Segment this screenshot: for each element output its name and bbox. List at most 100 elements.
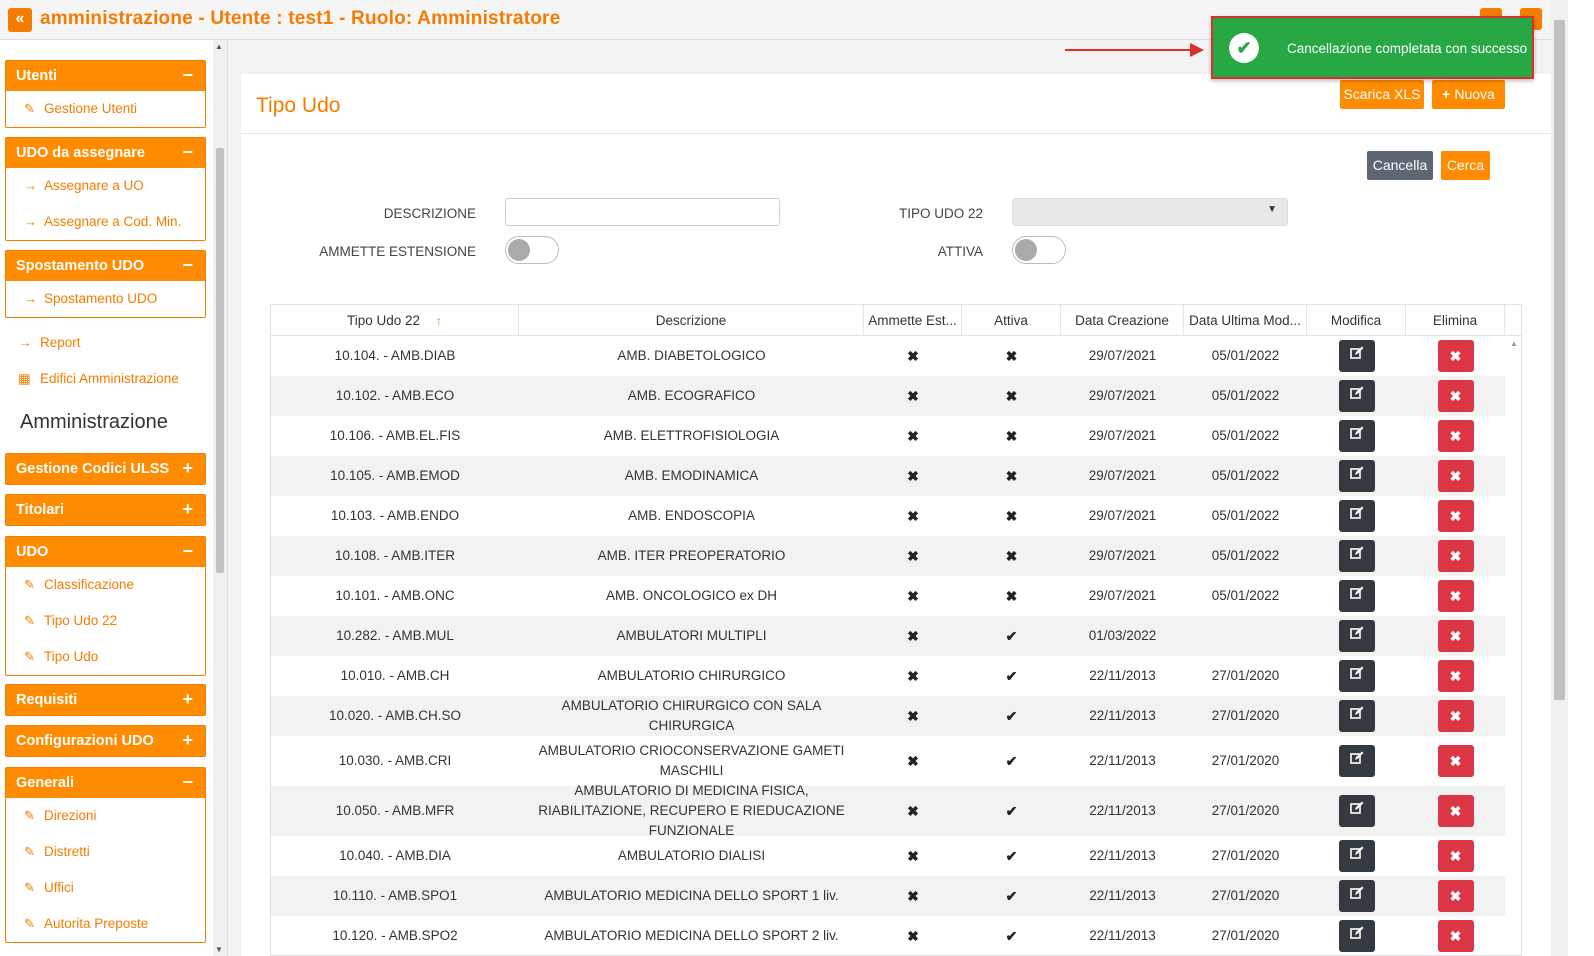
collapse-sidebar-button[interactable]: «: [8, 8, 32, 32]
sidebar-item-distretti[interactable]: ✎ Distretti: [6, 834, 205, 870]
collapse-icon[interactable]: −: [182, 541, 193, 562]
scroll-down-icon[interactable]: ▼: [215, 945, 223, 954]
delete-button[interactable]: ✖: [1437, 500, 1474, 532]
column-header-label: Attiva: [994, 313, 1028, 328]
edit-button[interactable]: [1338, 620, 1375, 652]
sidebar-group-header-config-udo[interactable]: Configurazioni UDO +: [6, 726, 205, 756]
sidebar-group-label: Titolari: [16, 502, 65, 518]
expand-icon[interactable]: +: [182, 499, 193, 520]
data-creazione-cell: 22/11/2013: [1089, 928, 1156, 943]
elimina-cell: ✖: [1406, 616, 1505, 656]
delete-button[interactable]: ✖: [1437, 620, 1474, 652]
descrizione-input[interactable]: [505, 198, 780, 226]
sidebar-scroll-thumb[interactable]: [216, 148, 224, 573]
delete-button[interactable]: ✖: [1437, 420, 1474, 452]
edit-button[interactable]: [1338, 460, 1375, 492]
sidebar-item-assegnare-a-uo[interactable]: → Assegnare a UO: [6, 168, 205, 204]
sidebar-group-header-udo-assegnare[interactable]: UDO da assegnare −: [6, 138, 205, 168]
table-scrollbar[interactable]: ▲: [1505, 336, 1521, 955]
sidebar-item-assegnare-a-cod-min-[interactable]: → Assegnare a Cod. Min.: [6, 204, 205, 240]
delete-button[interactable]: ✖: [1437, 460, 1474, 492]
edit-button[interactable]: [1338, 880, 1375, 912]
edit-button[interactable]: [1338, 660, 1375, 692]
delete-button[interactable]: ✖: [1437, 660, 1474, 692]
sidebar-item-tipo-udo-22[interactable]: ✎ Tipo Udo 22: [6, 603, 205, 639]
edit-button[interactable]: [1338, 340, 1375, 372]
collapse-icon[interactable]: −: [182, 65, 193, 86]
sort-ascending-icon[interactable]: ↑: [436, 314, 442, 328]
sidebar-item-uffici[interactable]: ✎ Uffici: [6, 870, 205, 906]
sidebar-group-header-udo[interactable]: UDO −: [6, 537, 205, 567]
column-header-2[interactable]: Ammette Est...: [864, 305, 962, 336]
delete-button[interactable]: ✖: [1437, 880, 1474, 912]
expand-icon[interactable]: +: [182, 458, 193, 479]
delete-button[interactable]: ✖: [1437, 795, 1474, 827]
sidebar-item-edifici-amministrazione[interactable]: ▦ Edifici Amministrazione: [18, 371, 179, 387]
data-modifica-cell: 27/01/2020: [1211, 708, 1280, 723]
sidebar-item-tipo-udo[interactable]: ✎ Tipo Udo: [6, 639, 205, 675]
edit-button[interactable]: [1338, 840, 1375, 872]
edit-button[interactable]: [1338, 500, 1375, 532]
column-header-7[interactable]: Elimina: [1406, 305, 1505, 336]
collapse-icon[interactable]: −: [182, 142, 193, 163]
edit-button[interactable]: [1338, 420, 1375, 452]
attiva-cell: ✔: [962, 696, 1061, 736]
window-edge: [1568, 0, 1594, 956]
edit-button[interactable]: [1338, 700, 1375, 732]
sidebar-group-header-requisiti[interactable]: Requisiti +: [6, 685, 205, 715]
tipo-udo22-select[interactable]: ▼: [1012, 198, 1288, 226]
success-toast[interactable]: ✔ Cancellazione completata con successo: [1211, 16, 1534, 79]
new-button[interactable]: + Nuova: [1432, 80, 1505, 109]
close-icon: ✖: [1449, 428, 1462, 444]
modifica-cell: [1307, 736, 1406, 786]
sidebar-item-autorita-preposte[interactable]: ✎ Autorita Preposte: [6, 906, 205, 942]
sidebar-group-header-spostamento[interactable]: Spostamento UDO −: [6, 251, 205, 281]
delete-button[interactable]: ✖: [1437, 745, 1474, 777]
cancel-filters-button[interactable]: Cancella: [1367, 151, 1433, 180]
sidebar-group-header-codici-ulss[interactable]: Gestione Codici ULSS +: [6, 454, 205, 484]
delete-button[interactable]: ✖: [1437, 840, 1474, 872]
edit-button[interactable]: [1338, 920, 1375, 952]
elimina-cell: ✖: [1406, 376, 1505, 416]
page-scroll-thumb[interactable]: [1554, 20, 1565, 700]
column-header-3[interactable]: Attiva: [962, 305, 1061, 336]
delete-button[interactable]: ✖: [1437, 700, 1474, 732]
collapse-icon[interactable]: −: [182, 255, 193, 276]
sidebar-group-header-utenti[interactable]: Utenti −: [6, 61, 205, 91]
edit-button[interactable]: [1338, 380, 1375, 412]
scroll-up-icon[interactable]: ▲: [1510, 339, 1518, 348]
column-header-1[interactable]: Descrizione: [519, 305, 864, 336]
delete-button[interactable]: ✖: [1437, 340, 1474, 372]
edit-button[interactable]: [1338, 745, 1375, 777]
column-header-4[interactable]: Data Creazione: [1061, 305, 1184, 336]
expand-icon[interactable]: +: [182, 730, 193, 751]
edit-button[interactable]: [1338, 540, 1375, 572]
page-scrollbar[interactable]: [1551, 0, 1568, 956]
delete-button[interactable]: ✖: [1437, 540, 1474, 572]
data-creazione-cell: 22/11/2013: [1089, 708, 1156, 723]
delete-button[interactable]: ✖: [1437, 920, 1474, 952]
column-header-6[interactable]: Modifica: [1307, 305, 1406, 336]
search-button[interactable]: Cerca: [1441, 151, 1490, 180]
edit-button[interactable]: [1338, 580, 1375, 612]
sidebar-item-gestione-utenti[interactable]: ✎ Gestione Utenti: [6, 91, 205, 127]
attiva-cell: ✔: [962, 616, 1061, 656]
collapse-icon[interactable]: −: [182, 772, 193, 793]
delete-button[interactable]: ✖: [1437, 380, 1474, 412]
download-xls-button[interactable]: Scarica XLS: [1340, 80, 1424, 109]
attiva-toggle[interactable]: [1012, 236, 1066, 264]
sidebar-scrollbar[interactable]: ▲ ▼: [213, 40, 227, 956]
column-header-0[interactable]: Tipo Udo 22 ↑: [271, 305, 519, 336]
sidebar-item-classificazione[interactable]: ✎ Classificazione: [6, 567, 205, 603]
column-header-5[interactable]: Data Ultima Mod...: [1184, 305, 1307, 336]
edit-button[interactable]: [1338, 795, 1375, 827]
sidebar-item-direzioni[interactable]: ✎ Direzioni: [6, 798, 205, 834]
delete-button[interactable]: ✖: [1437, 580, 1474, 612]
sidebar-group-header-generali[interactable]: Generali −: [6, 768, 205, 798]
sidebar-group-header-titolari[interactable]: Titolari +: [6, 495, 205, 525]
ammette-estensione-toggle[interactable]: [505, 236, 559, 264]
sidebar-item-report[interactable]: → Report: [18, 335, 81, 350]
expand-icon[interactable]: +: [182, 689, 193, 710]
sidebar-item-spostamento-udo[interactable]: → Spostamento UDO: [6, 281, 205, 317]
scroll-up-icon[interactable]: ▲: [215, 42, 223, 51]
